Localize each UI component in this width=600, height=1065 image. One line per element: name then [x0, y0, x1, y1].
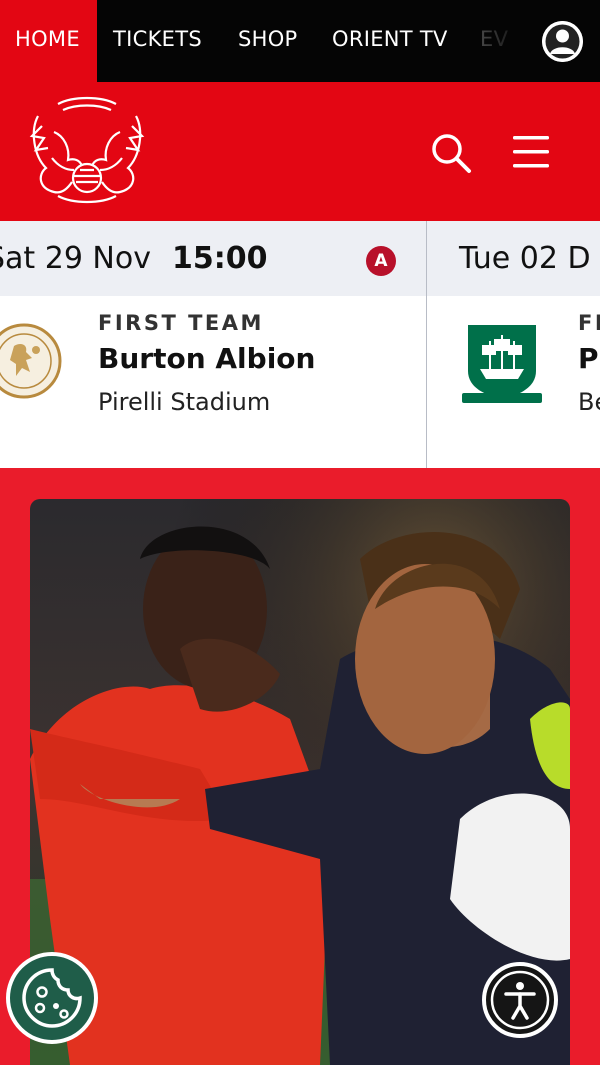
fixture-date-bar: Tue 02 D — [427, 221, 600, 296]
fixture-team-label: FI — [578, 311, 600, 335]
fixture-card[interactable]: Sat 29 Nov 15:00 FIRST TEAM Burton Albio… — [0, 221, 426, 468]
nav-tickets[interactable]: TICKETS — [113, 27, 202, 51]
nav-shop[interactable]: SHOP — [238, 27, 298, 51]
site-header — [0, 82, 600, 221]
account-icon[interactable] — [542, 21, 583, 62]
fixture-card[interactable]: Tue 02 D FI Pl Be — [427, 221, 600, 468]
fixtures-carousel[interactable]: Sat 29 Nov 15:00 FIRST TEAM Burton Albio… — [0, 221, 600, 468]
nav-orient-tv[interactable]: ORIENT TV — [332, 27, 448, 51]
cookie-settings-button[interactable] — [6, 952, 98, 1044]
fixture-time: 15:00 — [172, 241, 268, 276]
fixture-opponent: Pl — [578, 342, 600, 375]
fixture-date: Tue 02 D — [459, 241, 591, 276]
fixture-venue: Pirelli Stadium — [98, 388, 271, 416]
fixture-venue: Be — [578, 388, 600, 416]
fixture-team-label: FIRST TEAM — [98, 311, 264, 335]
hamburger-menu-icon[interactable] — [512, 134, 550, 170]
accessibility-icon[interactable] — [482, 962, 558, 1038]
fixture-date-bar: Sat 29 Nov 15:00 — [0, 221, 426, 296]
search-icon[interactable] — [430, 132, 472, 174]
fixture-date: Sat 29 Nov — [0, 241, 151, 276]
top-nav: HOME TICKETS SHOP ORIENT TV EV — [0, 0, 600, 82]
plymouth-argyle-crest — [460, 321, 544, 407]
nav-scroll-fade — [470, 0, 540, 82]
burton-albion-crest — [0, 316, 68, 406]
club-crest-logo[interactable] — [28, 96, 146, 206]
fixture-opponent: Burton Albion — [98, 342, 316, 375]
nav-home[interactable]: HOME — [15, 27, 80, 51]
away-fixture-badge: A — [366, 246, 396, 276]
